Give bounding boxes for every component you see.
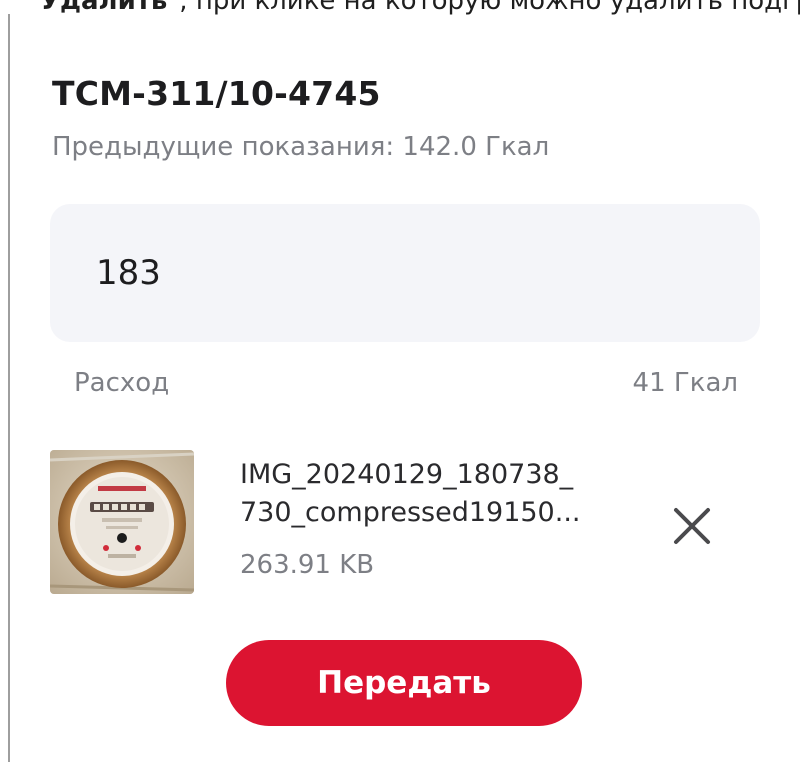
remove-attachment-button[interactable] bbox=[664, 498, 720, 554]
submit-button[interactable]: Передать bbox=[226, 640, 582, 726]
close-icon bbox=[674, 508, 710, 544]
usage-label: Расход bbox=[74, 368, 170, 398]
file-name-line-2: 730_compressed19150... bbox=[240, 497, 581, 528]
attachment-file-size: 263.91 KB bbox=[240, 550, 375, 580]
cut-off-instruction-text: "Удалить", при клике на которую можно уд… bbox=[28, 0, 800, 16]
cut-off-bold-word: Удалить bbox=[39, 0, 168, 16]
attachment-thumbnail[interactable] bbox=[50, 450, 194, 594]
meter-photo-icon bbox=[50, 450, 194, 594]
meter-reading-card: "Удалить", при клике на которую можно уд… bbox=[0, 0, 800, 762]
previous-reading-text: Предыдущие показания: 142.0 Гкал bbox=[52, 132, 550, 162]
file-name-line-1: IMG_20240129_180738_ bbox=[240, 459, 574, 490]
cut-off-rest: ", при клике на которую можно удалить по… bbox=[167, 0, 800, 16]
left-border-line bbox=[8, 14, 10, 762]
meter-serial-title: ТСМ-311/10-4745 bbox=[52, 74, 381, 113]
usage-value: 41 Гкал bbox=[632, 368, 738, 398]
reading-input[interactable] bbox=[50, 204, 760, 342]
attachment-file-name: IMG_20240129_180738_ 730_compressed19150… bbox=[240, 456, 640, 532]
